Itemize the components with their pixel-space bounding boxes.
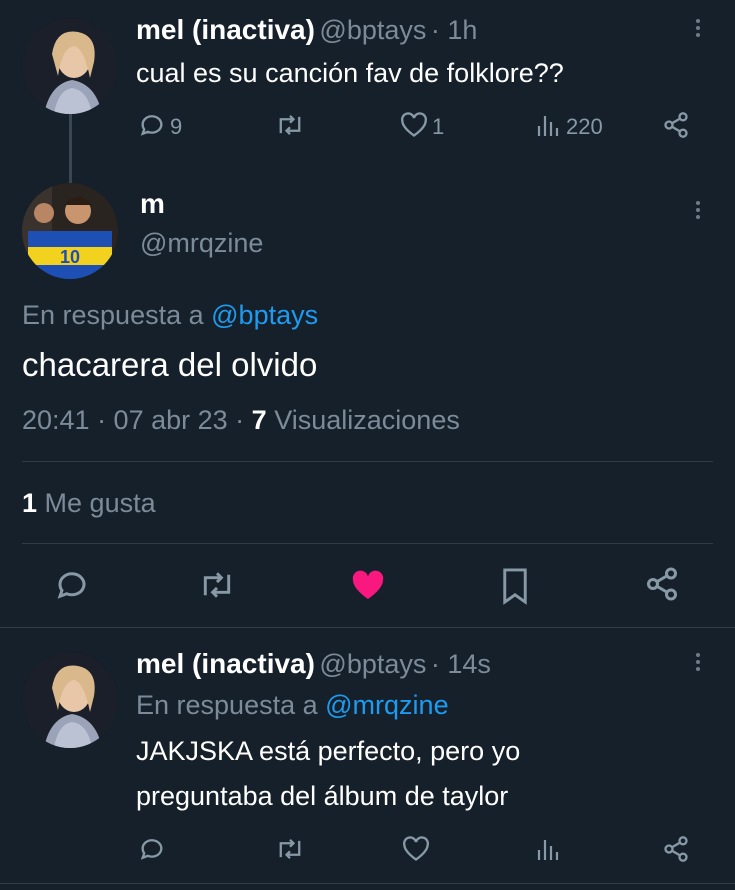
view-label: Visualizaciones [274, 405, 460, 435]
tweet-text-line-2: preguntaba del álbum de taylor [136, 781, 509, 811]
thread-line [69, 114, 72, 184]
svg-text:10: 10 [60, 247, 80, 267]
reply-icon[interactable] [54, 567, 90, 603]
tweet-text-line-1: JAKJSKA está perfecto, pero yo [136, 736, 521, 766]
views-count: 220 [566, 114, 603, 139]
likes-total: 1 [22, 488, 38, 518]
tweet-time[interactable]: · 1h [431, 15, 478, 45]
share-icon[interactable] [644, 566, 680, 602]
reply-icon[interactable] [138, 111, 166, 139]
share-icon[interactable] [662, 835, 690, 863]
bottom-divider [0, 883, 735, 884]
like-icon[interactable] [402, 836, 430, 862]
like-icon[interactable] [400, 112, 428, 138]
likes-label: Me gusta [44, 488, 156, 518]
avatar-mel[interactable] [22, 18, 118, 114]
author-name-text[interactable]: m [140, 188, 165, 219]
more-icon[interactable] [694, 650, 702, 674]
retweet-icon[interactable] [275, 835, 305, 863]
tweet-time[interactable]: · 14s [431, 649, 491, 679]
author-handle[interactable]: @bptays [319, 649, 426, 679]
divider [22, 543, 713, 544]
avatar-m[interactable]: 10 [22, 183, 118, 279]
views-icon[interactable] [536, 112, 560, 138]
more-icon[interactable] [694, 16, 702, 40]
likes-summary[interactable]: 1 Me gusta [22, 488, 156, 519]
like-icon-active[interactable] [350, 569, 386, 602]
avatar-mel[interactable] [22, 652, 118, 748]
divider [22, 461, 713, 462]
author-handle[interactable]: @bptays [319, 15, 426, 45]
tweet-meta: 20:41 · 07 abr 23 · 7 Visualizaciones [22, 405, 460, 436]
reply-count: 9 [170, 114, 183, 139]
views-icon[interactable] [536, 836, 560, 862]
tweet-1-header: mel (inactiva) @bptays · 1h [136, 14, 477, 46]
reply-prefix: En respuesta a [136, 690, 318, 720]
retweet-icon[interactable] [275, 111, 305, 139]
timestamp[interactable]: 20:41 · 07 abr 23 · [22, 405, 244, 435]
reply-context: En respuesta a @bptays [22, 300, 318, 331]
retweet-icon[interactable] [198, 567, 236, 603]
reply-prefix: En respuesta a [22, 300, 204, 330]
author-name[interactable]: mel (inactiva) [136, 648, 315, 679]
author-name[interactable]: mel (inactiva) [136, 14, 315, 45]
reply-to-link[interactable]: @bptays [211, 300, 318, 330]
tweet-text: cual es su canción fav de folklore?? [136, 58, 564, 88]
reply-to-link[interactable]: @mrqzine [325, 690, 448, 720]
reply-icon[interactable] [138, 835, 166, 863]
more-icon[interactable] [694, 198, 702, 222]
author-handle[interactable]: @mrqzine [140, 228, 263, 259]
like-count: 1 [432, 114, 445, 139]
tweet-3-header: mel (inactiva) @bptays · 14s [136, 648, 491, 680]
view-count: 7 [251, 405, 267, 435]
tweet-text: chacarera del olvido [22, 346, 318, 383]
reply-context: En respuesta a @mrqzine [136, 690, 449, 721]
bookmark-icon[interactable] [500, 567, 530, 605]
share-icon[interactable] [662, 111, 690, 139]
author-name[interactable]: m [140, 188, 165, 220]
section-divider [0, 627, 735, 628]
